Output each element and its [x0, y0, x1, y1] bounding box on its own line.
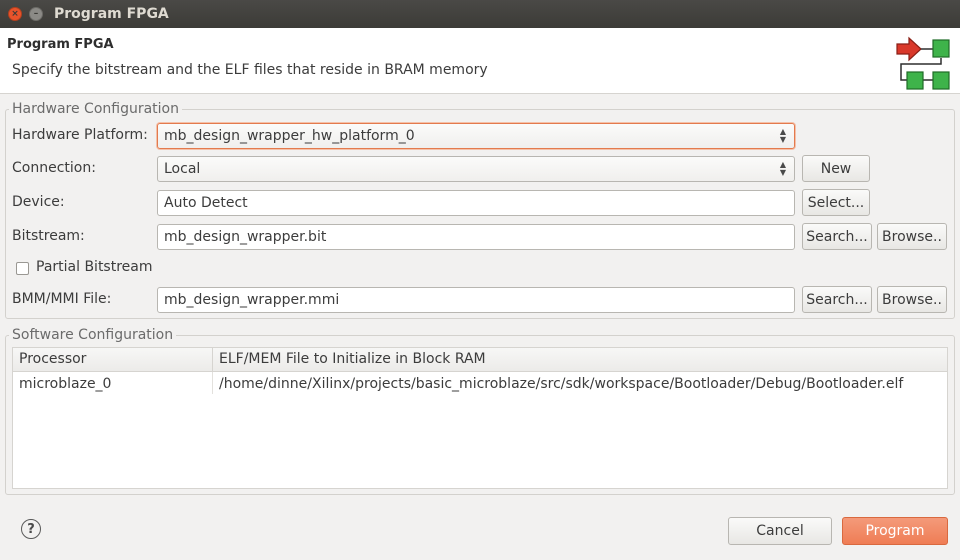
device-field[interactable]: Auto Detect: [157, 190, 795, 216]
connection-label: Connection:: [12, 160, 96, 176]
fpga-program-icon: [896, 36, 950, 90]
partial-bitstream-checkbox[interactable]: [16, 262, 29, 275]
software-configuration-legend: Software Configuration: [9, 327, 177, 343]
column-separator: [212, 372, 213, 394]
bmm-mmi-field[interactable]: mb_design_wrapper.mmi: [157, 287, 795, 313]
help-icon[interactable]: ?: [21, 519, 41, 539]
banner-title: Program FPGA: [7, 37, 114, 52]
banner-description: Specify the bitstream and the ELF files …: [12, 62, 488, 78]
connection-combo[interactable]: Local ▲ ▼: [157, 156, 795, 182]
close-icon[interactable]: ×: [8, 7, 22, 21]
bmm-mmi-value: mb_design_wrapper.mmi: [164, 292, 340, 308]
bmm-search-button[interactable]: Search...: [802, 286, 872, 313]
connection-value: Local: [164, 161, 201, 177]
table-header: Processor ELF/MEM File to Initialize in …: [13, 348, 947, 372]
bitstream-label: Bitstream:: [12, 228, 85, 244]
cancel-button[interactable]: Cancel: [728, 517, 832, 545]
window-title: Program FPGA: [54, 6, 169, 22]
bmm-mmi-label: BMM/MMI File:: [12, 291, 112, 307]
bitstream-value: mb_design_wrapper.bit: [164, 229, 327, 245]
bitstream-browse-button[interactable]: Browse..: [877, 223, 947, 250]
column-separator[interactable]: [212, 348, 213, 372]
partial-bitstream-label: Partial Bitstream: [36, 259, 153, 275]
dialog-banner: Program FPGA Specify the bitstream and t…: [0, 28, 960, 94]
updown-arrows-icon: ▲ ▼: [779, 160, 787, 177]
elf-table[interactable]: Processor ELF/MEM File to Initialize in …: [12, 347, 948, 489]
hardware-platform-label: Hardware Platform:: [12, 127, 148, 143]
column-header-processor[interactable]: Processor: [19, 351, 86, 367]
hardware-configuration-legend: Hardware Configuration: [9, 101, 182, 117]
hardware-platform-value: mb_design_wrapper_hw_platform_0: [164, 128, 415, 144]
select-device-button[interactable]: Select...: [802, 189, 870, 216]
minimize-icon[interactable]: –: [29, 7, 43, 21]
program-button[interactable]: Program: [842, 517, 948, 545]
column-header-elf-file[interactable]: ELF/MEM File to Initialize in Block RAM: [219, 351, 486, 367]
device-value: Auto Detect: [164, 195, 248, 211]
bmm-browse-button[interactable]: Browse..: [877, 286, 947, 313]
window-titlebar: × – Program FPGA: [0, 0, 960, 28]
updown-arrows-icon: ▲ ▼: [779, 127, 787, 144]
bitstream-search-button[interactable]: Search...: [802, 223, 872, 250]
device-label: Device:: [12, 194, 65, 210]
hardware-platform-combo[interactable]: mb_design_wrapper_hw_platform_0 ▲ ▼: [157, 123, 795, 149]
bitstream-field[interactable]: mb_design_wrapper.bit: [157, 224, 795, 250]
table-cell-processor[interactable]: microblaze_0: [19, 376, 111, 392]
new-connection-button[interactable]: New: [802, 155, 870, 182]
table-cell-elf-file[interactable]: /home/dinne/Xilinx/projects/basic_microb…: [219, 376, 903, 392]
